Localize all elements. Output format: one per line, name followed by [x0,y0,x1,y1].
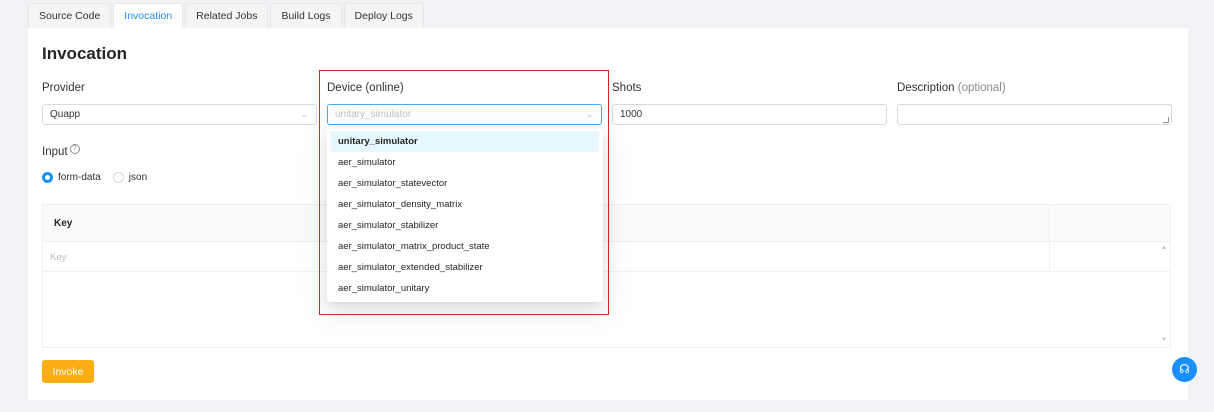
description-optional: (optional) [957,82,1006,94]
radio-json-label: json [128,172,148,183]
device-option[interactable]: aer_simulator [331,152,599,173]
resize-handle-icon[interactable] [1163,117,1169,123]
input-table: Key Key ▲ ▼ [42,204,1171,348]
device-option[interactable]: aer_simulator_matrix_product_state [331,236,599,257]
invoke-button[interactable]: Invoke [42,360,94,383]
device-option[interactable]: aer_simulator_stabilizer [331,215,599,236]
tab-invocation[interactable]: Invocation [113,3,184,28]
tab-deploy-logs[interactable]: Deploy Logs [343,3,424,28]
tab-related-jobs[interactable]: Related Jobs [185,3,269,28]
chevron-down-icon: ⌄ [300,109,308,119]
device-dropdown: unitary_simulator aer_simulator aer_simu… [327,129,603,302]
device-option[interactable]: aer_simulator_extended_stabilizer [331,257,599,278]
shots-label: Shots [612,82,642,94]
radio-form-data-label: form-data [58,172,101,183]
tab-build-logs[interactable]: Build Logs [270,3,342,28]
shots-input[interactable]: 1000 [612,104,887,125]
table-row: Key [43,242,1170,272]
tab-bar: Source Code Invocation Related Jobs Buil… [28,3,424,28]
headset-icon[interactable]: ☊ [1172,357,1197,382]
page-title: Invocation [42,44,128,63]
key-input[interactable]: Key [50,252,66,263]
question-circle-icon[interactable]: ? [69,144,80,154]
device-option[interactable]: unitary_simulator [331,131,599,152]
device-option[interactable]: aer_simulator_unitary [331,278,599,299]
radio-unchecked-icon [112,172,124,183]
input-type-radio-group: form-data json [42,172,159,183]
input-label: Input? [42,144,80,158]
provider-label: Provider [42,82,85,94]
description-label: Description (optional) [897,82,1006,94]
provider-value: Quapp [50,109,81,120]
device-option[interactable]: aer_simulator_statevector [331,173,599,194]
scroll-down-icon[interactable]: ▼ [1161,337,1167,343]
input-label-text: Input [42,146,68,158]
table-header: Key [43,205,1170,242]
description-label-text: Description [897,82,955,94]
device-label: Device (online) [327,82,404,94]
tab-source-code[interactable]: Source Code [28,3,112,28]
device-select[interactable]: unitary_simulator ⌄ [327,104,602,125]
table-header-key: Key [54,218,73,229]
scroll-up-icon[interactable]: ▲ [1161,245,1167,251]
provider-select[interactable]: Quapp ⌄ [42,104,317,125]
radio-form-data[interactable]: form-data [42,172,101,183]
device-option[interactable]: aer_simulator_density_matrix [331,194,599,215]
description-textarea[interactable] [897,104,1172,125]
column-divider [1049,205,1050,272]
radio-json[interactable]: json [112,172,148,183]
chevron-down-icon: ⌄ [585,109,593,119]
radio-checked-icon [42,172,53,183]
device-placeholder: unitary_simulator [335,109,412,120]
